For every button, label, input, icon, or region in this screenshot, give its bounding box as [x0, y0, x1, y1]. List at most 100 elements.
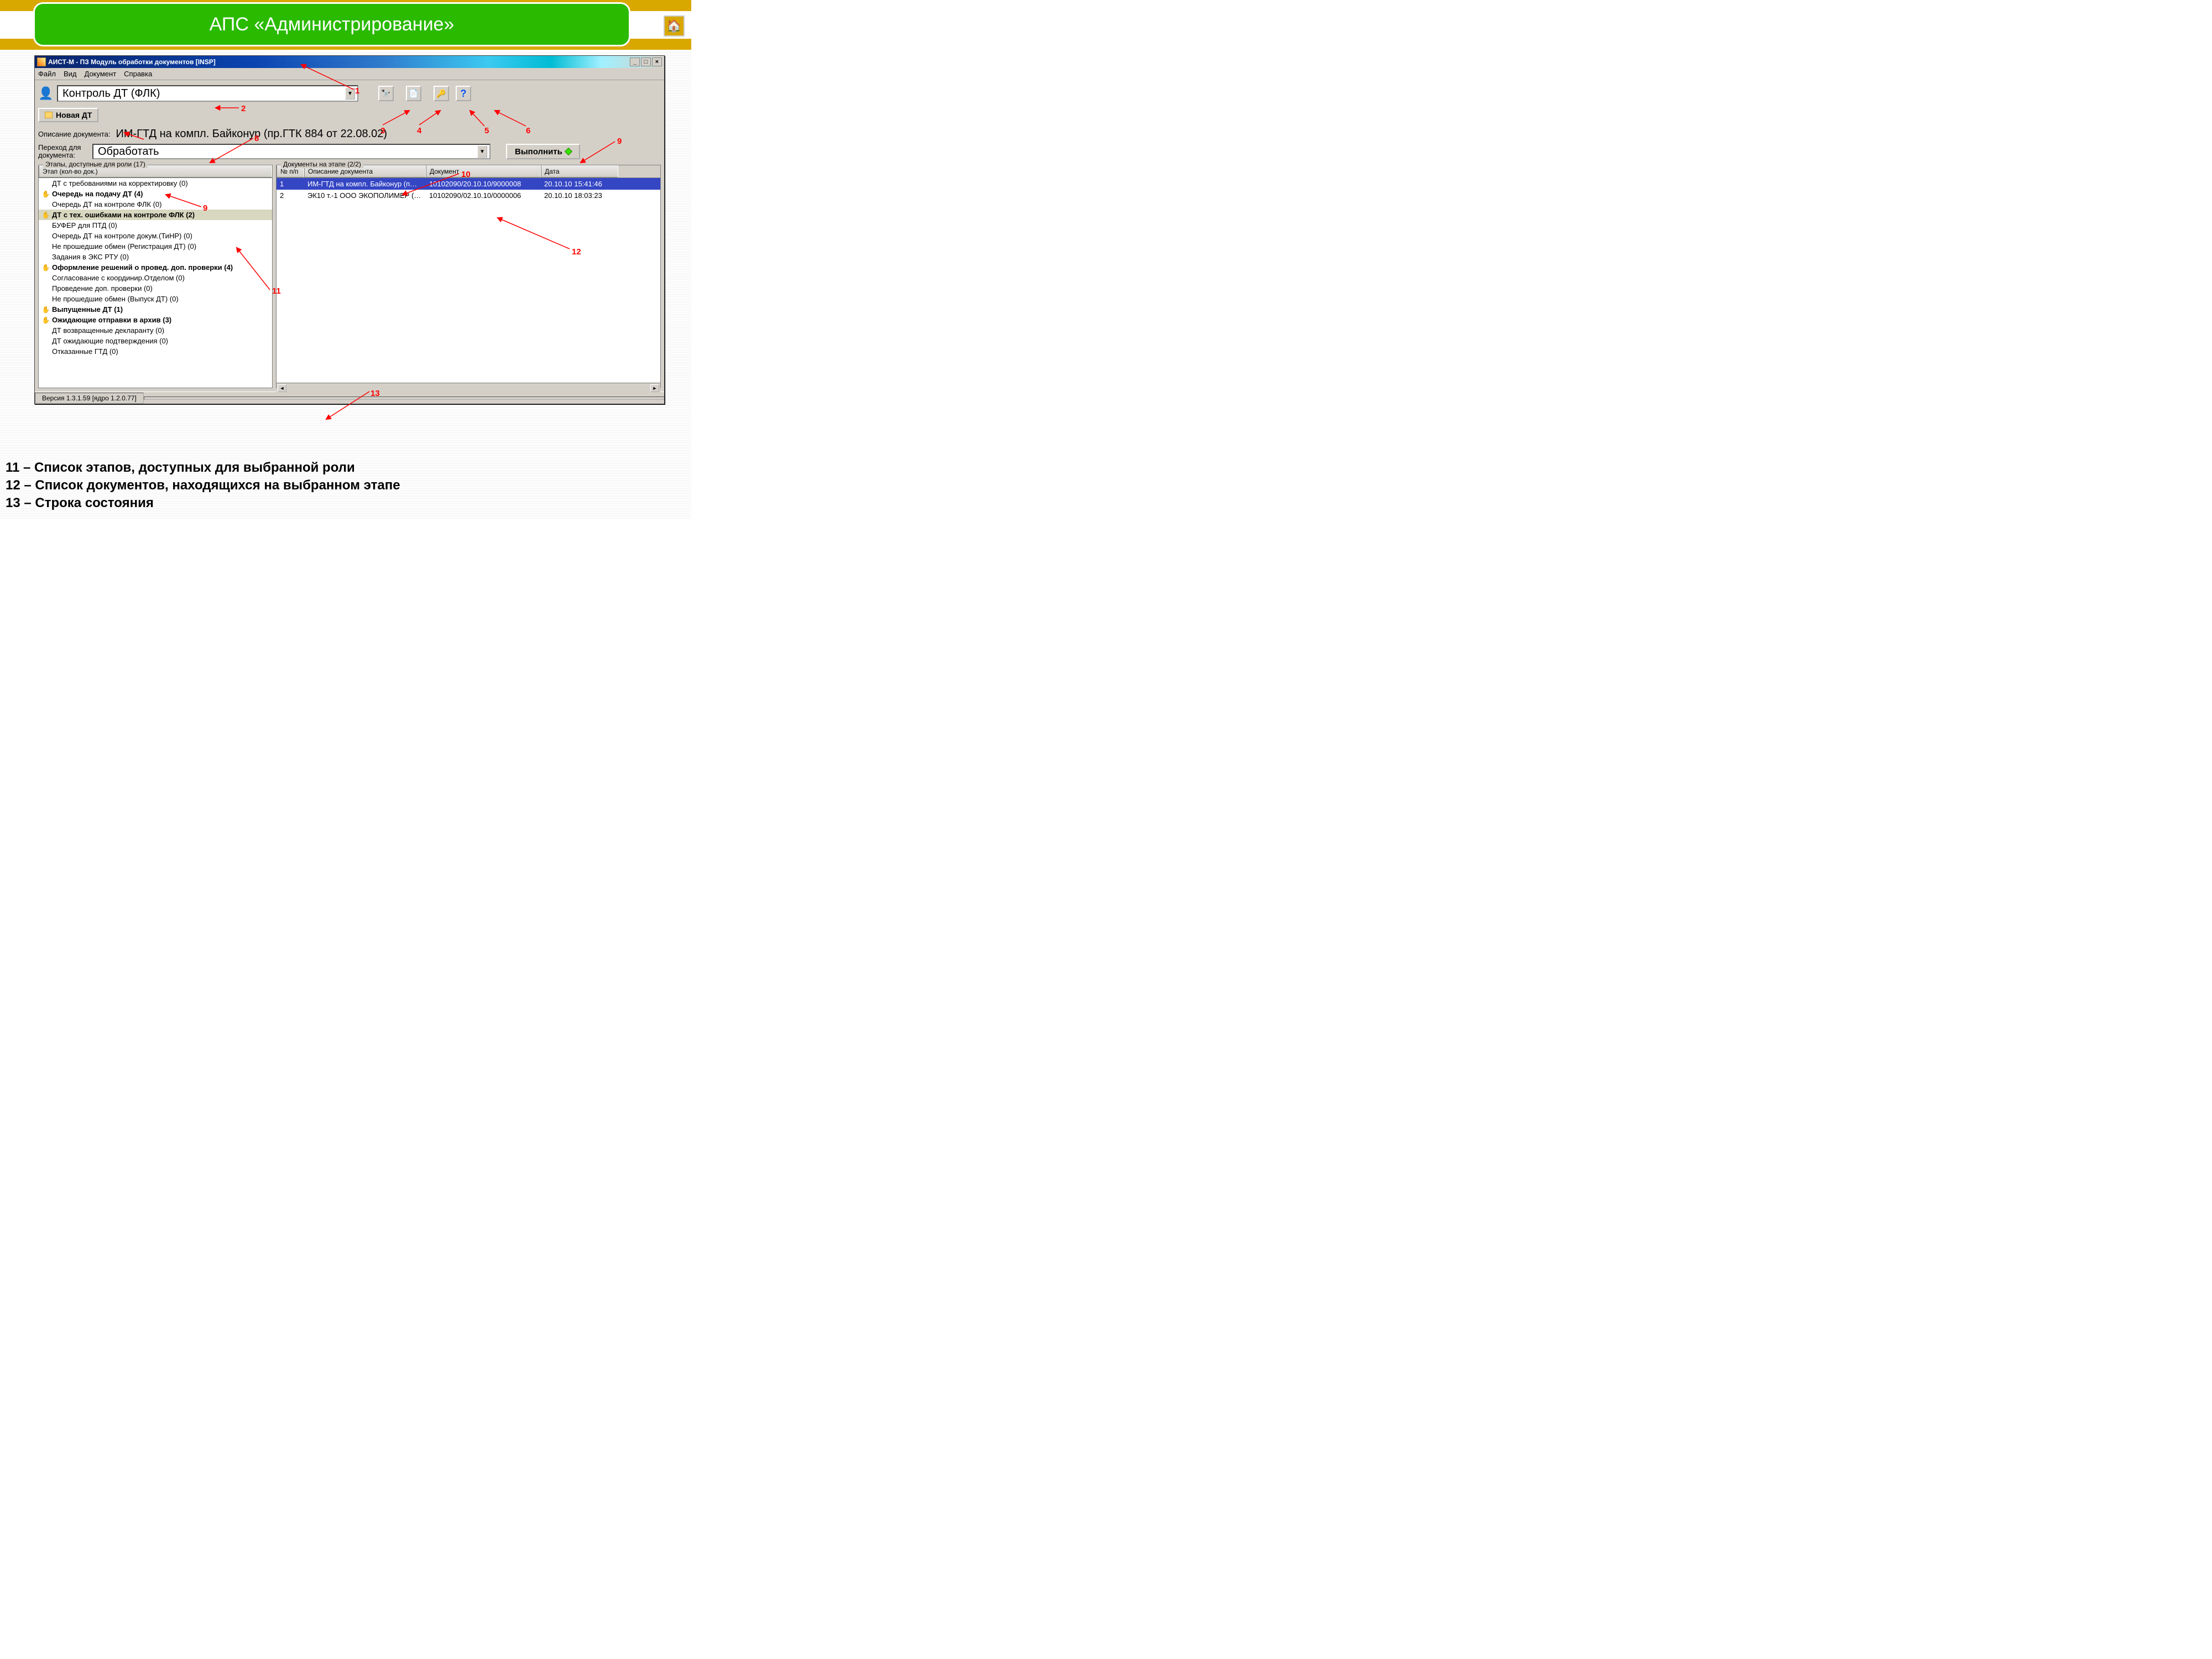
- stage-label: ДТ с тех. ошибками на контроле ФЛК (2): [52, 211, 195, 219]
- doc-cell-doc: 10102090/02.10.10/0000006: [426, 190, 541, 201]
- stage-label: Выпущенные ДТ (1): [52, 305, 123, 314]
- chevron-down-icon: ▼: [477, 145, 487, 158]
- menu-help[interactable]: Справка: [124, 70, 152, 78]
- close-button[interactable]: ×: [652, 58, 662, 66]
- docs-legend: Документы на этапе (2/2): [281, 160, 363, 168]
- stage-row[interactable]: ДТ возвращенные декларанту (0): [39, 325, 272, 336]
- home-button[interactable]: 🏠: [664, 15, 685, 36]
- doc-cell-num: 2: [276, 190, 304, 201]
- caption-13: 13 – Строка состояния: [6, 494, 686, 512]
- doc-cell-doc: 10102090/20.10.10/9000008: [426, 178, 541, 190]
- stage-label: Проведение доп. проверки (0): [52, 284, 153, 293]
- execute-button[interactable]: Выполнить: [506, 144, 580, 159]
- stage-label: Не прошедшие обмен (Регистрация ДТ) (0): [52, 242, 196, 251]
- caption-11: 11 – Список этапов, доступных для выбран…: [6, 459, 686, 477]
- col-doc[interactable]: Документ: [426, 165, 541, 178]
- stage-row[interactable]: ✋Ожидающие отправки в архив (3): [39, 315, 272, 325]
- stage-row[interactable]: Отказанные ГТД (0): [39, 346, 272, 357]
- page-title: АПС «Администрирование»: [33, 2, 630, 46]
- search-button[interactable]: 🔭: [378, 86, 394, 101]
- minimize-button[interactable]: _: [630, 58, 640, 66]
- app-window: АИСТ-М - ПЗ Модуль обработки документов …: [34, 55, 665, 404]
- maximize-button[interactable]: □: [641, 58, 651, 66]
- stage-label: Согласование с координир.Отделом (0): [52, 274, 185, 282]
- stage-label: Оформление решений о провед. доп. провер…: [52, 263, 233, 272]
- titlebar: АИСТ-М - ПЗ Модуль обработки документов …: [35, 56, 664, 68]
- col-date[interactable]: Дата: [541, 165, 618, 178]
- docs-list[interactable]: 1ИМ-ГТД на компл. Байконур (п…10102090/2…: [276, 178, 660, 383]
- new-dt-button[interactable]: Новая ДТ: [38, 108, 98, 122]
- doc-row[interactable]: 1ИМ-ГТД на компл. Байконур (п…10102090/2…: [276, 178, 660, 190]
- doc-cell-desc: ИМ-ГТД на компл. Байконур (п…: [304, 178, 426, 190]
- hand-icon: ✋: [42, 316, 50, 324]
- scroll-left-button[interactable]: ◄: [278, 384, 286, 392]
- hand-icon: ✋: [42, 264, 50, 272]
- stage-row[interactable]: Проведение доп. проверки (0): [39, 283, 272, 294]
- stage-label: ДТ ожидающие подтверждения (0): [52, 337, 168, 345]
- doc-description-value: ИМ-ГТД на компл. Байконур (пр.ГТК 884 от…: [116, 128, 387, 140]
- menubar: Файл Вид Документ Справка: [35, 68, 664, 80]
- doc-cell-date: 20.10.10 15:41:46: [541, 178, 618, 190]
- chevron-down-icon: ▼: [345, 87, 355, 100]
- stage-label: Задания в ЭКС РТУ (0): [52, 253, 129, 261]
- status-empty: [144, 397, 664, 400]
- user-icon: 👤: [38, 84, 54, 103]
- folder-icon: [45, 112, 53, 118]
- stage-row[interactable]: ✋Оформление решений о провед. доп. прове…: [39, 262, 272, 273]
- hscrollbar[interactable]: ◄ ►: [276, 383, 660, 393]
- stage-label: Отказанные ГТД (0): [52, 347, 118, 356]
- doc-description-label: Описание документа:: [38, 130, 110, 138]
- home-icon: 🏠: [666, 19, 681, 33]
- security-button[interactable]: 🔑: [434, 86, 449, 101]
- caption-12: 12 – Список документов, находящихся на в…: [6, 477, 686, 494]
- menu-view[interactable]: Вид: [64, 70, 77, 78]
- stage-label: ДТ возвращенные декларанту (0): [52, 326, 164, 335]
- doc-cell-num: 1: [276, 178, 304, 190]
- status-version: Версия 1.3.1.59 [ядро 1.2.0.77]: [35, 393, 144, 404]
- role-select[interactable]: Контроль ДТ (ФЛК) ▼: [57, 85, 358, 102]
- stage-row[interactable]: ✋Выпущенные ДТ (1): [39, 304, 272, 315]
- stage-row[interactable]: Согласование с координир.Отделом (0): [39, 273, 272, 283]
- app-icon: [37, 58, 46, 66]
- statusbar: Версия 1.3.1.59 [ядро 1.2.0.77]: [35, 392, 664, 404]
- role-select-value: Контроль ДТ (ФЛК): [62, 87, 160, 100]
- stage-label: Ожидающие отправки в архив (3): [52, 316, 171, 324]
- document-icon: 📄: [409, 89, 418, 98]
- transition-select[interactable]: Обработать ▼: [92, 144, 491, 159]
- stage-row[interactable]: ДТ с требованиями на корректировку (0): [39, 178, 272, 189]
- stage-row[interactable]: БУФЕР для ПТД (0): [39, 220, 272, 231]
- stage-label: Очередь ДТ на контроле ФЛК (0): [52, 200, 162, 208]
- hand-icon: ✋: [42, 211, 50, 219]
- doc-cell-date: 20.10.10 18:03:23: [541, 190, 618, 201]
- menu-file[interactable]: Файл: [38, 70, 56, 78]
- transition-label: Переход для документа:: [38, 144, 88, 159]
- stage-row[interactable]: ✋Очередь на подачу ДТ (4): [39, 189, 272, 199]
- key-icon: 🔑: [436, 89, 446, 98]
- hand-icon: ✋: [42, 306, 50, 314]
- new-dt-label: Новая ДТ: [56, 111, 92, 119]
- execute-label: Выполнить: [515, 147, 562, 156]
- stage-row[interactable]: ДТ ожидающие подтверждения (0): [39, 336, 272, 346]
- stage-label: Очередь ДТ на контроле докум.(ТиНР) (0): [52, 232, 192, 240]
- stage-row[interactable]: Задания в ЭКС РТУ (0): [39, 252, 272, 262]
- help-button[interactable]: ?: [456, 86, 471, 101]
- stages-list[interactable]: ДТ с требованиями на корректировку (0)✋О…: [39, 178, 272, 383]
- stage-row[interactable]: Очередь ДТ на контроле ФЛК (0): [39, 199, 272, 210]
- binoculars-icon: 🔭: [381, 89, 390, 98]
- stage-label: Очередь на подачу ДТ (4): [52, 190, 143, 198]
- transition-select-value: Обработать: [98, 145, 159, 158]
- stage-label: ДТ с требованиями на корректировку (0): [52, 179, 188, 187]
- hand-icon: ✋: [42, 190, 50, 198]
- stage-row[interactable]: Не прошедшие обмен (Регистрация ДТ) (0): [39, 241, 272, 252]
- stage-label: Не прошедшие обмен (Выпуск ДТ) (0): [52, 295, 179, 303]
- stage-row[interactable]: Не прошедшие обмен (Выпуск ДТ) (0): [39, 294, 272, 304]
- stage-row[interactable]: ✋ДТ с тех. ошибками на контроле ФЛК (2): [39, 210, 272, 220]
- doc-row[interactable]: 2ЭК10 т.-1 ООО ЭКОПОЛИМЕР (…10102090/02.…: [276, 190, 660, 201]
- stage-label: БУФЕР для ПТД (0): [52, 221, 117, 229]
- arrow-right-icon: [565, 148, 572, 155]
- doc-cell-desc: ЭК10 т.-1 ООО ЭКОПОЛИМЕР (…: [304, 190, 426, 201]
- scroll-right-button[interactable]: ►: [650, 384, 659, 392]
- stage-row[interactable]: Очередь ДТ на контроле докум.(ТиНР) (0): [39, 231, 272, 241]
- properties-button[interactable]: 📄: [406, 86, 421, 101]
- menu-document[interactable]: Документ: [85, 70, 117, 78]
